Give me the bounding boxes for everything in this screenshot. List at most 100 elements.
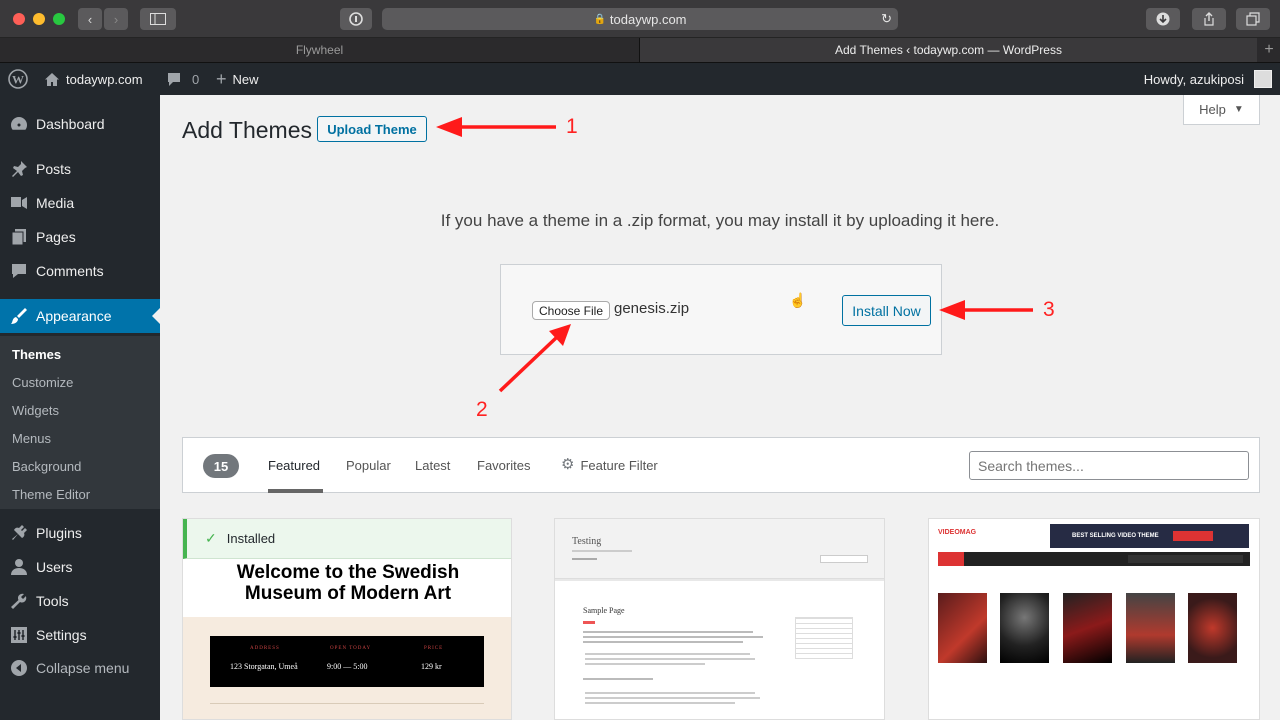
admin-bar: W todaywp.com 0 + New Howdy, azukiposi <box>0 63 1280 95</box>
brush-icon <box>9 306 29 326</box>
close-window-button[interactable] <box>13 13 25 25</box>
address-bar[interactable]: 🔒 todaywp.com ↻ <box>382 8 898 30</box>
sidebar-item-label: Collapse menu <box>36 660 130 676</box>
comment-bubble-icon <box>168 72 180 86</box>
tab-popular[interactable]: Popular <box>346 458 391 473</box>
installed-label: Installed <box>226 531 276 546</box>
reload-icon[interactable]: ↻ <box>881 11 892 27</box>
submenu-theme-editor[interactable]: Theme Editor <box>12 487 90 502</box>
sidebar-toggle-icon[interactable] <box>140 8 176 30</box>
theme-card-videomag[interactable]: VIDEOMAG BEST SELLING VIDEO THEME <box>928 518 1260 720</box>
sidebar-item-label: Tools <box>36 593 69 609</box>
testing-page-title: Sample Page <box>583 606 625 615</box>
new-tab-button[interactable]: + <box>1258 38 1280 62</box>
sidebar-item-pages[interactable]: Pages <box>0 220 160 254</box>
sidebar-item-settings[interactable]: Settings <box>0 618 160 652</box>
testing-header: Testing <box>555 519 884 579</box>
annotation-label-3: 3 <box>1043 298 1055 321</box>
zoom-window-button[interactable] <box>53 13 65 25</box>
submenu-menus[interactable]: Menus <box>12 431 51 446</box>
url-text: todaywp.com <box>609 11 687 27</box>
share-icon[interactable] <box>1192 8 1226 30</box>
sidebar-item-label: Settings <box>36 627 87 643</box>
videomag-banner-text: BEST SELLING VIDEO THEME <box>1072 533 1159 539</box>
address-label: ADDRESS <box>250 646 280 651</box>
back-button[interactable]: ‹ <box>78 8 102 30</box>
hours-value: 9:00 — 5:00 <box>327 662 368 671</box>
checkmark-icon: ✓ <box>205 530 217 546</box>
media-icon <box>9 193 29 213</box>
tab-add-themes[interactable]: Add Themes ‹ todaywp.com — WordPress <box>639 38 1257 62</box>
settings-icon <box>9 625 29 645</box>
testing-page-body: Sample Page <box>555 581 884 719</box>
submenu-customize[interactable]: Customize <box>12 375 73 390</box>
svg-text:W: W <box>12 73 24 87</box>
price-value: 129 kr <box>421 662 442 671</box>
tab-featured[interactable]: Featured <box>268 458 320 473</box>
tabs-overview-icon[interactable] <box>1236 8 1270 30</box>
tab-flywheel[interactable]: Flywheel <box>0 38 639 62</box>
theme-count-badge: 15 <box>203 454 239 478</box>
testing-site-title: Testing <box>572 536 602 547</box>
sidebar-item-media[interactable]: Media <box>0 186 160 220</box>
sidebar-item-comments[interactable]: Comments <box>0 254 160 288</box>
submenu-widgets[interactable]: Widgets <box>12 403 59 418</box>
appearance-submenu: Themes Customize Widgets Menus Backgroun… <box>0 336 160 509</box>
sidebar-item-users[interactable]: Users <box>0 550 160 584</box>
submenu-themes[interactable]: Themes <box>12 347 61 362</box>
search-themes-input[interactable] <box>969 451 1249 480</box>
new-label: New <box>232 71 259 87</box>
tab-favorites[interactable]: Favorites <box>477 458 530 473</box>
museum-heading: Welcome to the Swedish Museum of Modern … <box>236 562 460 604</box>
videomag-logo: VIDEOMAG <box>938 529 977 536</box>
annotation-label-2: 2 <box>476 398 488 421</box>
plus-icon: + <box>216 68 227 89</box>
lock-icon: 🔒 <box>593 13 606 25</box>
forward-button[interactable]: › <box>104 8 128 30</box>
feature-filter-label: Feature Filter <box>580 458 658 473</box>
main-content: Add Themes Upload Theme Help ▼ If you ha… <box>160 95 1280 720</box>
minimize-window-button[interactable] <box>33 13 45 25</box>
password-manager-icon[interactable] <box>340 8 372 30</box>
museum-info-panel: ADDRESS 123 Storgatan, Umeå OPEN TODAY 9… <box>183 617 511 719</box>
theme-card-testing[interactable]: Testing Sample Page <box>554 518 885 720</box>
wordpress-logo-icon[interactable]: W <box>8 63 28 95</box>
dashboard-icon <box>9 114 29 134</box>
sidebar-item-dashboard[interactable]: Dashboard <box>0 107 160 141</box>
sidebar-item-label: Plugins <box>36 525 82 541</box>
collapse-menu-button[interactable]: Collapse menu <box>0 651 160 685</box>
account-greeting[interactable]: Howdy, azukiposi <box>1144 63 1244 95</box>
pages-icon <box>9 227 29 247</box>
sidebar-item-label: Comments <box>36 263 104 279</box>
sidebar-item-appearance[interactable]: Appearance <box>0 299 160 333</box>
comment-icon <box>9 261 29 281</box>
sidebar-item-label: Media <box>36 195 75 211</box>
videomag-banner: BEST SELLING VIDEO THEME <box>1050 524 1249 548</box>
user-icon <box>9 557 29 577</box>
plugin-icon <box>9 523 29 543</box>
theme-card-museum[interactable]: ✓ Installed Welcome to the Swedish Museu… <box>182 518 512 720</box>
home-icon <box>45 72 59 86</box>
pin-icon <box>9 159 29 179</box>
browser-tabs: Flywheel Add Themes ‹ todaywp.com — Word… <box>0 38 1280 63</box>
theme-filter-bar: 15 Featured Popular Latest Favorites ⚙ F… <box>182 437 1260 493</box>
annotation-arrows <box>436 117 1033 393</box>
price-label: PRICE <box>424 646 444 651</box>
feature-filter-button[interactable]: ⚙ Feature Filter <box>561 457 658 473</box>
comments-link[interactable]: 0 <box>166 63 199 95</box>
site-name: todaywp.com <box>66 71 143 87</box>
avatar[interactable] <box>1254 63 1272 95</box>
site-name-link[interactable]: todaywp.com <box>44 63 143 95</box>
active-menu-pointer <box>152 308 160 324</box>
tab-latest[interactable]: Latest <box>415 458 450 473</box>
new-content-link[interactable]: + New <box>216 63 259 95</box>
active-tab-indicator <box>268 489 323 493</box>
videomag-thumbnails <box>938 569 1250 719</box>
sidebar-item-label: Pages <box>36 229 76 245</box>
sidebar-item-tools[interactable]: Tools <box>0 584 160 618</box>
sidebar-item-plugins[interactable]: Plugins <box>0 516 160 550</box>
annotation-label-1: 1 <box>566 115 578 138</box>
downloads-icon[interactable] <box>1146 8 1180 30</box>
submenu-background[interactable]: Background <box>12 459 81 474</box>
sidebar-item-posts[interactable]: Posts <box>0 152 160 186</box>
